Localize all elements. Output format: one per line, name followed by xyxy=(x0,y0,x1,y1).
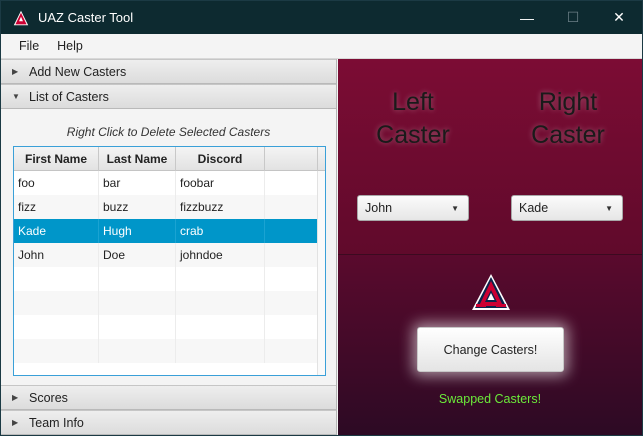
table-row[interactable]: John Doe johndoe xyxy=(14,243,325,267)
column-discord[interactable]: Discord xyxy=(176,147,265,171)
cell-empty xyxy=(265,171,318,195)
table-row-selected[interactable]: Kade Hugh crab xyxy=(14,219,325,243)
change-casters-button[interactable]: Change Casters! xyxy=(417,327,564,372)
close-button[interactable]: ✕ xyxy=(596,1,642,34)
cell-discord: crab xyxy=(176,219,265,243)
maximize-button[interactable]: ☐ xyxy=(550,1,596,34)
cell-empty xyxy=(14,339,99,363)
window-controls: — ☐ ✕ xyxy=(504,1,642,34)
chevron-right-icon: ▶ xyxy=(12,393,19,402)
cell-first-name: foo xyxy=(14,171,99,195)
column-first-name[interactable]: First Name xyxy=(14,147,99,171)
table-scrollbar[interactable] xyxy=(317,171,325,375)
cell-empty xyxy=(265,315,318,339)
chevron-right-icon: ▶ xyxy=(12,418,19,427)
caster-table[interactable]: First Name Last Name Discord foo bar foo… xyxy=(13,146,326,376)
cell-discord: foobar xyxy=(176,171,265,195)
empty-row xyxy=(14,339,325,363)
cell-empty xyxy=(265,195,318,219)
university-logo-icon xyxy=(472,274,510,310)
menu-file[interactable]: File xyxy=(1,39,48,53)
chevron-down-icon: ▼ xyxy=(605,203,613,213)
minimize-button[interactable]: — xyxy=(504,1,550,34)
cell-empty xyxy=(265,267,318,291)
chevron-down-icon: ▼ xyxy=(12,92,20,101)
cell-last-name: bar xyxy=(99,171,176,195)
left-caster-label: Left Caster xyxy=(376,88,450,149)
accordion-label: List of Casters xyxy=(29,89,109,104)
accordion-team-info[interactable]: ▶ Team Info xyxy=(1,410,336,435)
table-body: foo bar foobar fizz buzz fizzbuzz Kade H… xyxy=(14,171,325,363)
chevron-down-icon: ▼ xyxy=(451,203,459,213)
cell-empty xyxy=(176,315,265,339)
cell-empty xyxy=(14,291,99,315)
cell-empty xyxy=(176,291,265,315)
cell-first-name: Kade xyxy=(14,219,99,243)
title-bar: UAZ Caster Tool — ☐ ✕ xyxy=(1,1,642,34)
table-row[interactable]: foo bar foobar xyxy=(14,171,325,195)
action-area: Change Casters! Swapped Casters! xyxy=(338,254,642,435)
cell-empty xyxy=(176,339,265,363)
empty-row xyxy=(14,267,325,291)
table-header: First Name Last Name Discord xyxy=(14,147,325,171)
chevron-right-icon: ▶ xyxy=(12,67,19,76)
cell-empty xyxy=(265,339,318,363)
accordion-scores[interactable]: ▶ Scores xyxy=(1,385,336,410)
empty-row xyxy=(14,315,325,339)
accordion-add-new-casters[interactable]: ▶ Add New Casters xyxy=(1,59,336,84)
caster-list-pane: Right Click to Delete Selected Casters F… xyxy=(1,115,336,385)
accordion-list-of-casters[interactable]: ▼ List of Casters xyxy=(1,84,336,109)
accordion-label: Add New Casters xyxy=(29,64,127,79)
cell-empty xyxy=(99,291,176,315)
menu-bar: File Help xyxy=(1,34,642,59)
column-filler xyxy=(318,147,325,171)
cell-discord: fizzbuzz xyxy=(176,195,265,219)
cell-empty xyxy=(265,219,318,243)
cell-last-name: buzz xyxy=(99,195,176,219)
window-title: UAZ Caster Tool xyxy=(38,10,134,25)
delete-hint: Right Click to Delete Selected Casters xyxy=(66,125,271,139)
cell-last-name: Hugh xyxy=(99,219,176,243)
cell-discord: johndoe xyxy=(176,243,265,267)
app-window: UAZ Caster Tool — ☐ ✕ File Help ▶ Add Ne… xyxy=(0,0,643,436)
cell-first-name: fizz xyxy=(14,195,99,219)
cell-empty xyxy=(176,267,265,291)
right-caster-value: Kade xyxy=(519,201,549,215)
table-row[interactable]: fizz buzz fizzbuzz xyxy=(14,195,325,219)
right-caster-select[interactable]: Kade ▼ xyxy=(511,195,623,221)
accordion-label: Scores xyxy=(29,390,68,405)
cell-empty xyxy=(14,267,99,291)
left-panel: ▶ Add New Casters ▼ List of Casters Righ… xyxy=(1,59,337,435)
right-caster-label: Right Caster xyxy=(531,88,605,149)
caster-select-area: Left Caster Right Caster John ▼ Kade ▼ xyxy=(338,59,642,254)
column-empty xyxy=(265,147,318,171)
app-logo-icon xyxy=(12,9,30,27)
empty-row xyxy=(14,291,325,315)
accordion-label: Team Info xyxy=(29,415,84,430)
cell-empty xyxy=(99,339,176,363)
cell-empty xyxy=(14,315,99,339)
menu-help[interactable]: Help xyxy=(48,39,92,53)
column-last-name[interactable]: Last Name xyxy=(99,147,176,171)
cell-empty xyxy=(265,243,318,267)
cell-empty xyxy=(99,315,176,339)
cell-empty xyxy=(265,291,318,315)
cell-last-name: Doe xyxy=(99,243,176,267)
left-caster-select[interactable]: John ▼ xyxy=(357,195,469,221)
left-caster-value: John xyxy=(365,201,393,215)
status-message: Swapped Casters! xyxy=(438,392,542,406)
cell-first-name: John xyxy=(14,243,99,267)
right-panel: Left Caster Right Caster John ▼ Kade ▼ C… xyxy=(338,59,642,435)
cell-empty xyxy=(99,267,176,291)
